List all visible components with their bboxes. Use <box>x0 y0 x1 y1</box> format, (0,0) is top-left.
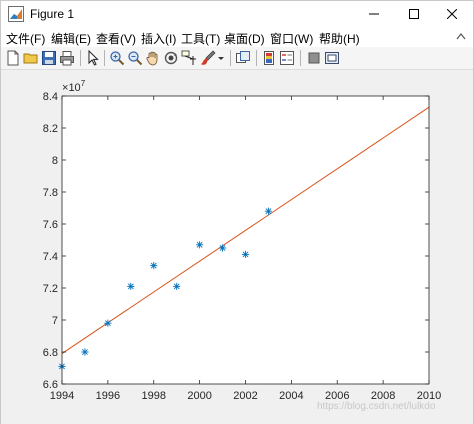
toolbar-separator <box>230 50 231 66</box>
close-button[interactable] <box>429 1 474 27</box>
figure-window: Figure 1 文件(F) 编辑(E) 查看(V) 插入(I) 工具(T) 桌… <box>0 0 474 424</box>
y-axis-exponent-power: 7 <box>81 79 86 88</box>
data-point-marker <box>81 348 89 356</box>
y-tick-label: 8.4 <box>43 91 58 103</box>
axes-background <box>62 96 429 384</box>
minimize-icon <box>369 13 379 15</box>
y-tick-label: 6.6 <box>43 379 58 391</box>
menu-desktop[interactable]: 桌面(D) <box>224 30 265 47</box>
figure-toolbar <box>1 47 473 70</box>
hide-plot-tools-icon[interactable] <box>306 50 322 66</box>
toolbar-separator <box>256 50 257 66</box>
data-point-marker <box>241 250 250 258</box>
y-tick-label: 6.8 <box>43 347 58 359</box>
brush-icon[interactable] <box>200 50 216 66</box>
save-icon[interactable] <box>41 50 57 66</box>
data-point-marker <box>264 207 273 215</box>
y-axis-exponent-multiplier: 10 <box>68 82 80 94</box>
y-tick-label: 8 <box>52 155 58 167</box>
zoom-out-icon[interactable] <box>127 50 143 66</box>
menu-edit[interactable]: 编辑(E) <box>51 30 91 47</box>
data-point-marker <box>150 262 158 270</box>
open-folder-icon[interactable] <box>23 50 39 66</box>
figure-canvas: 1994 1996 1998 2000 2002 2004 2006 2008 2010 6.6 6… <box>1 70 473 424</box>
data-point-marker <box>173 282 181 290</box>
y-axis-exponent-base: ×107 <box>62 79 86 94</box>
x-tick-label: 1996 <box>96 390 120 402</box>
x-tick-label: 2004 <box>279 390 303 402</box>
data-cursor-icon[interactable] <box>181 50 197 66</box>
menu-tools[interactable]: 工具(T) <box>181 30 220 47</box>
dock-arrow-icon[interactable] <box>455 30 467 42</box>
title-bar[interactable]: Figure 1 <box>1 1 473 27</box>
pan-hand-icon[interactable] <box>145 50 161 66</box>
y-tick-label: 7.4 <box>43 251 58 263</box>
menu-file[interactable]: 文件(F) <box>6 30 45 47</box>
plot-area[interactable]: 1994 1996 1998 2000 2002 2004 2006 2008 20106.66… <box>1 70 473 424</box>
y-tick-label: 7.6 <box>43 219 58 231</box>
data-point-marker <box>196 241 204 249</box>
menu-window[interactable]: 窗口(W) <box>270 30 313 47</box>
menu-bar: 文件(F) 编辑(E) 查看(V) 插入(I) 工具(T) 桌面(D) 窗口(W… <box>1 27 473 47</box>
matlab-figure-icon <box>8 6 24 22</box>
colorbar-icon[interactable] <box>261 50 277 66</box>
rotate-3d-icon[interactable] <box>163 50 179 66</box>
close-icon <box>447 9 457 19</box>
menu-help[interactable]: 帮助(H) <box>319 30 360 47</box>
x-tick-label: 1998 <box>142 390 166 402</box>
legend-icon[interactable] <box>279 50 295 66</box>
pointer-icon[interactable] <box>85 50 101 66</box>
y-tick-label: 8.2 <box>43 123 58 135</box>
toolbar-separator <box>104 50 105 66</box>
zoom-in-icon[interactable] <box>109 50 125 66</box>
y-tick-label: 7.2 <box>43 283 58 295</box>
menu-view[interactable]: 查看(V) <box>96 30 136 47</box>
maximize-icon <box>409 9 419 19</box>
link-plot-icon[interactable] <box>235 50 251 66</box>
toolbar-separator <box>300 50 301 66</box>
window-title: Figure 1 <box>30 7 75 21</box>
data-point-marker <box>104 319 112 327</box>
y-tick-label: 7 <box>52 315 58 327</box>
menu-insert[interactable]: 插入(I) <box>141 30 176 47</box>
data-point-marker <box>218 244 227 252</box>
data-point-marker <box>127 282 135 290</box>
x-tick-label: 2000 <box>187 390 211 402</box>
new-file-icon[interactable] <box>5 50 21 66</box>
print-icon[interactable] <box>59 50 75 66</box>
x-tick-label: 2002 <box>233 390 257 402</box>
dropdown-arrow-icon[interactable] <box>216 50 226 66</box>
toolbar-separator <box>80 50 81 66</box>
y-tick-label: 7.8 <box>43 187 58 199</box>
watermark-text: https://blog.csdn.net/lulkdo <box>317 401 436 412</box>
x-tick-label: 1994 <box>50 390 74 402</box>
show-plot-tools-icon[interactable] <box>324 50 340 66</box>
